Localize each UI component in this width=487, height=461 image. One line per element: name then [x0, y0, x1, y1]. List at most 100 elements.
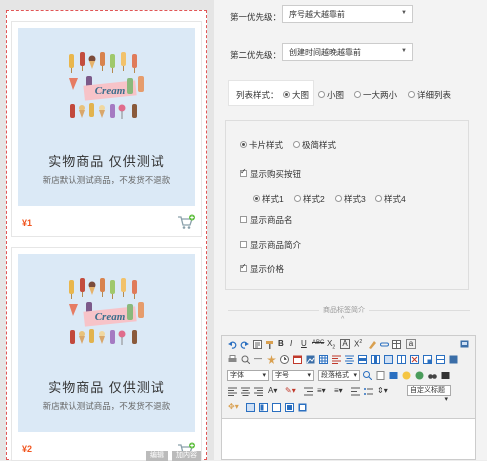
source-code-icon[interactable] — [253, 340, 262, 349]
font-color-icon[interactable]: A▾ — [268, 386, 277, 395]
undo-icon[interactable] — [228, 340, 237, 349]
radio-icon — [293, 141, 300, 149]
paint-icon[interactable]: ✥▾ — [228, 402, 239, 411]
bold-icon[interactable]: B — [278, 339, 287, 348]
letter-a-icon[interactable]: a — [406, 339, 416, 349]
show-price-checkbox[interactable]: 显示价格 — [240, 262, 284, 275]
clock-icon[interactable] — [280, 355, 289, 364]
checkbox-icon — [240, 216, 247, 224]
print-icon[interactable] — [228, 355, 237, 364]
calendar-icon[interactable] — [293, 355, 302, 364]
product-price: ¥2 — [22, 444, 33, 454]
buy-style-2[interactable]: 样式2 — [294, 193, 325, 205]
redo-icon[interactable] — [240, 340, 249, 349]
preview-icon[interactable] — [241, 355, 250, 364]
show-buy-button-checkbox[interactable]: 显示购买按钮 — [240, 167, 301, 180]
table-col-icon[interactable] — [371, 355, 380, 364]
binoculars-icon[interactable] — [428, 371, 437, 380]
unordered-list-icon[interactable] — [364, 387, 373, 396]
list-style-option-small[interactable]: 小图 — [318, 89, 344, 101]
search-icon[interactable] — [363, 371, 372, 380]
indent-icon[interactable] — [304, 387, 313, 396]
image-gallery-icon[interactable] — [285, 403, 294, 412]
radio-icon — [283, 91, 290, 99]
chevron-down-icon: ▼ — [401, 48, 407, 54]
priority1-select[interactable]: 序号越大越靠前 ▼ — [282, 5, 413, 23]
list-style-option-detail[interactable]: 详细列表 — [408, 89, 451, 101]
widget-icon[interactable] — [246, 403, 255, 412]
product-card[interactable]: Cream 实物商品 仅供测试 新店默认测试商品，不发货不退款 — [11, 21, 202, 237]
cream-logo-text: Cream — [95, 85, 126, 97]
media-icon[interactable] — [389, 371, 398, 380]
attachment-icon[interactable] — [298, 403, 307, 412]
anchor-icon[interactable] — [449, 355, 458, 364]
table-icon[interactable] — [392, 340, 401, 349]
buy-style-3[interactable]: 样式3 — [335, 193, 366, 205]
split-cells-icon[interactable] — [397, 355, 406, 364]
product-price: ¥1 — [22, 218, 33, 228]
delete-table-icon[interactable] — [410, 355, 419, 364]
justify-right-icon[interactable] — [254, 387, 263, 396]
subscript-icon[interactable]: X2 — [327, 339, 336, 351]
font-size-select[interactable]: 字号 ▾ — [272, 370, 314, 381]
link-icon[interactable] — [380, 340, 389, 349]
line-height-icon[interactable]: ≡▾ — [317, 386, 326, 395]
background-color-icon[interactable]: ✎▾ — [285, 386, 296, 395]
product-image: Cream 实物商品 仅供测试 新店默认测试商品，不发货不退款 — [18, 254, 195, 432]
align-left-icon[interactable] — [332, 355, 341, 364]
template-icon[interactable] — [272, 403, 281, 412]
font-family-select[interactable]: 字体 ▾ — [227, 370, 269, 381]
card-style-option[interactable]: 卡片样式 — [240, 139, 283, 151]
chevron-up-icon[interactable]: ^ — [341, 316, 344, 323]
popsicle-illustration: Cream — [69, 278, 144, 345]
show-description-checkbox[interactable]: 显示商品简介 — [240, 239, 301, 251]
insert-table-icon[interactable] — [319, 355, 328, 364]
table-props-icon[interactable] — [436, 355, 445, 364]
highlight-icon[interactable] — [368, 340, 377, 349]
layout-icon[interactable] — [259, 403, 268, 412]
paragraph-format-select[interactable]: 段落格式 ▾ — [318, 370, 360, 381]
underline-icon[interactable]: U — [301, 339, 310, 348]
format-painter-icon[interactable] — [265, 340, 274, 349]
justify-center-icon[interactable] — [241, 387, 250, 396]
checkbox-icon — [240, 167, 247, 178]
map-icon[interactable] — [415, 371, 424, 380]
priority2-select[interactable]: 创建时间越晚越靠前 ▼ — [282, 43, 413, 61]
superscript-icon[interactable]: X2 — [354, 339, 363, 349]
list-style-option-mixed[interactable]: 一大两小 — [354, 89, 397, 101]
product-subtitle: 新店默认测试商品，不发货不退款 — [42, 175, 171, 185]
product-card[interactable]: Cream 实物商品 仅供测试 新店默认测试商品，不发货不退款 — [11, 247, 202, 461]
horizontal-rule-icon[interactable]: — — [254, 354, 263, 363]
list-style-option-large[interactable]: 大图 — [283, 89, 309, 101]
spacing-icon[interactable]: ⇕▾ — [377, 386, 388, 395]
buy-style-1[interactable]: 样式1 — [253, 193, 284, 205]
ordered-list-icon[interactable]: ≡▾ — [334, 386, 343, 395]
align-center-icon[interactable] — [345, 355, 354, 364]
insert-file-icon[interactable] — [376, 371, 385, 380]
priority1-value: 序号越大越靠前 — [289, 10, 345, 19]
emoticon-icon[interactable] — [402, 371, 411, 380]
image-icon[interactable] — [306, 355, 315, 364]
justify-left-icon[interactable] — [228, 387, 237, 396]
merge-cells-icon[interactable] — [384, 355, 393, 364]
buy-style-4[interactable]: 样式4 — [375, 193, 406, 205]
outdent-icon[interactable] — [351, 387, 360, 396]
rich-text-editor[interactable]: B I U ABC X2 A X2 a — 字体 ▾ 字号 ▾ 段落格式 ▾ A… — [221, 335, 476, 460]
checkbox-icon — [240, 262, 247, 273]
priority1-label: 第一优先级： — [230, 12, 282, 22]
product-image: Cream 实物商品 仅供测试 新店默认测试商品，不发货不退款 — [18, 28, 195, 206]
show-name-checkbox[interactable]: 显示商品名 — [240, 214, 293, 226]
video-icon[interactable] — [441, 371, 450, 380]
clear-format-icon[interactable]: A — [340, 339, 350, 349]
custom-title-select[interactable]: 自定义标题 ▾ — [407, 385, 451, 403]
product-subtitle: 新店默认测试商品，不发货不退款 — [42, 401, 171, 411]
italic-icon[interactable]: I — [290, 339, 299, 348]
strikethrough-icon[interactable]: ABC — [312, 340, 324, 349]
table-row-icon[interactable] — [358, 355, 367, 364]
radio-icon — [408, 91, 415, 99]
fullscreen-icon[interactable] — [460, 340, 469, 349]
minimal-style-option[interactable]: 极简样式 — [293, 139, 336, 151]
cart-icon[interactable] — [177, 214, 195, 230]
insert-cell-icon[interactable] — [423, 355, 432, 364]
special-char-icon[interactable] — [267, 355, 276, 364]
